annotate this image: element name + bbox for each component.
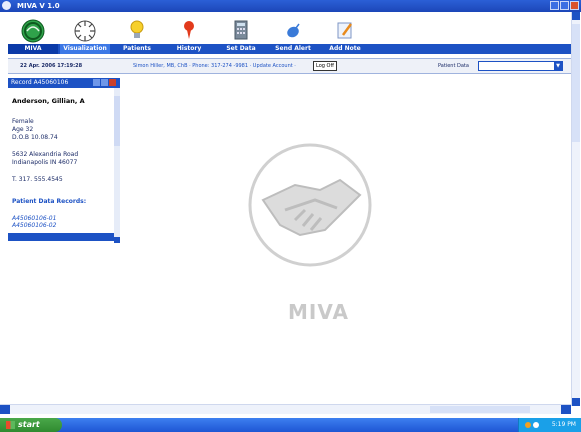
patient-record-link[interactable]: A45060106-01 bbox=[12, 215, 56, 222]
notepad-icon bbox=[337, 22, 353, 39]
record-body: Anderson, Gillian, A Female Age 32 D.O.B… bbox=[8, 88, 114, 232]
main-vertical-scrollbar[interactable] bbox=[571, 12, 580, 406]
toolbar-item-set-data[interactable]: Set Data bbox=[216, 17, 266, 55]
toolbar-item-send-alert[interactable]: Send Alert bbox=[268, 17, 318, 55]
scroll-down-button[interactable] bbox=[572, 398, 580, 406]
lightbulb-icon bbox=[130, 20, 144, 38]
patient-name: Anderson, Gillian, A bbox=[12, 97, 85, 105]
patient-sex: Female bbox=[12, 118, 34, 125]
physician-contact[interactable]: Simon Hiller, MB, ChB · Phone: 317-274 -… bbox=[133, 63, 296, 69]
record-header: Record A45060106 bbox=[8, 78, 120, 88]
close-button[interactable] bbox=[570, 1, 579, 10]
record-scroll-down-button[interactable] bbox=[114, 237, 120, 243]
record-scrollbar[interactable] bbox=[114, 88, 120, 243]
tray-icon[interactable] bbox=[525, 422, 531, 428]
toolbar-item-miva[interactable]: MIVA bbox=[8, 17, 58, 55]
start-button[interactable]: start bbox=[0, 418, 62, 432]
watermark-text: MIVA bbox=[288, 300, 349, 324]
toolbar-item-visualization[interactable]: Visualization bbox=[60, 17, 110, 55]
toolbar-item-add-note[interactable]: Add Note bbox=[320, 17, 370, 55]
record-selection-bar[interactable] bbox=[8, 233, 114, 241]
toolbar-label-add-note: Add Note bbox=[320, 44, 370, 54]
pin-icon bbox=[184, 21, 194, 39]
app-icon bbox=[2, 1, 11, 10]
chevron-down-icon[interactable]: ▼ bbox=[554, 62, 562, 70]
tray-icon[interactable] bbox=[533, 422, 539, 428]
scroll-right-button[interactable] bbox=[561, 405, 571, 414]
main-horizontal-scrollbar[interactable] bbox=[0, 404, 571, 414]
toolbar-label-send-alert: Send Alert bbox=[268, 44, 318, 54]
patient-records-heading: Patient Data Records: bbox=[12, 198, 87, 205]
toolbar-label-history: History bbox=[164, 44, 214, 54]
taskbar: start 5:19 PM bbox=[0, 418, 581, 432]
scroll-left-button[interactable] bbox=[0, 405, 10, 414]
toolbar-item-patients[interactable]: Patients bbox=[112, 17, 162, 55]
record-close-button[interactable] bbox=[109, 79, 116, 86]
toolbar-label-set-data: Set Data bbox=[216, 44, 266, 54]
window-title: MIVA V 1.0 bbox=[17, 2, 60, 10]
system-tray: 5:19 PM bbox=[518, 418, 581, 432]
patient-data-select[interactable]: ▼ bbox=[478, 61, 563, 71]
main-scroll-thumb[interactable] bbox=[572, 24, 580, 142]
handshake-logo-icon bbox=[248, 143, 372, 267]
scroll-up-button[interactable] bbox=[572, 12, 580, 20]
title-bar: MIVA V 1.0 bbox=[0, 0, 581, 12]
info-bar: 22 Apr. 2006 17:19:28 Simon Hiller, MB, … bbox=[8, 58, 573, 74]
record-window-controls bbox=[93, 79, 116, 86]
patient-phone: T. 317. 555.4545 bbox=[12, 176, 63, 183]
patient-dob: D.O.B 10.08.74 bbox=[12, 134, 58, 141]
patient-data-label: Patient Data bbox=[438, 63, 469, 69]
windows-flag-icon bbox=[6, 421, 15, 429]
clock: 5:19 PM bbox=[551, 421, 576, 428]
horizontal-scroll-thumb[interactable] bbox=[430, 406, 530, 413]
calculator-icon bbox=[234, 20, 248, 40]
toolbar-label-patients: Patients bbox=[112, 44, 162, 54]
main-toolbar: MIVA Visualization Patients History Set … bbox=[8, 17, 573, 55]
radial-dial-icon bbox=[74, 20, 96, 42]
record-panel: Record A45060106 Anderson, Gillian, A Fe… bbox=[8, 78, 120, 243]
toolbar-label-miva: MIVA bbox=[8, 44, 58, 54]
window-controls bbox=[550, 1, 579, 10]
maximize-button[interactable] bbox=[560, 1, 569, 10]
toolbar-label-visualization: Visualization bbox=[60, 44, 110, 54]
globe-icon bbox=[21, 19, 45, 43]
satellite-icon bbox=[287, 23, 300, 38]
record-title: Record A45060106 bbox=[11, 79, 69, 86]
record-scroll-thumb[interactable] bbox=[114, 96, 120, 146]
patient-record-link[interactable]: A45060106-02 bbox=[12, 222, 56, 229]
log-off-button[interactable]: Log Off bbox=[313, 61, 337, 71]
minimize-button[interactable] bbox=[550, 1, 559, 10]
record-minimize-button[interactable] bbox=[93, 79, 100, 86]
patient-age: Age 32 bbox=[12, 126, 34, 133]
record-maximize-button[interactable] bbox=[101, 79, 108, 86]
patient-address-line2: Indianapolis IN 46077 bbox=[12, 159, 78, 166]
start-label: start bbox=[18, 420, 40, 429]
date-time: 22 Apr. 2006 17:19:28 bbox=[20, 63, 83, 69]
patient-address-line1: 5632 Alexandria Road bbox=[12, 151, 79, 158]
toolbar-item-history[interactable]: History bbox=[164, 17, 214, 55]
